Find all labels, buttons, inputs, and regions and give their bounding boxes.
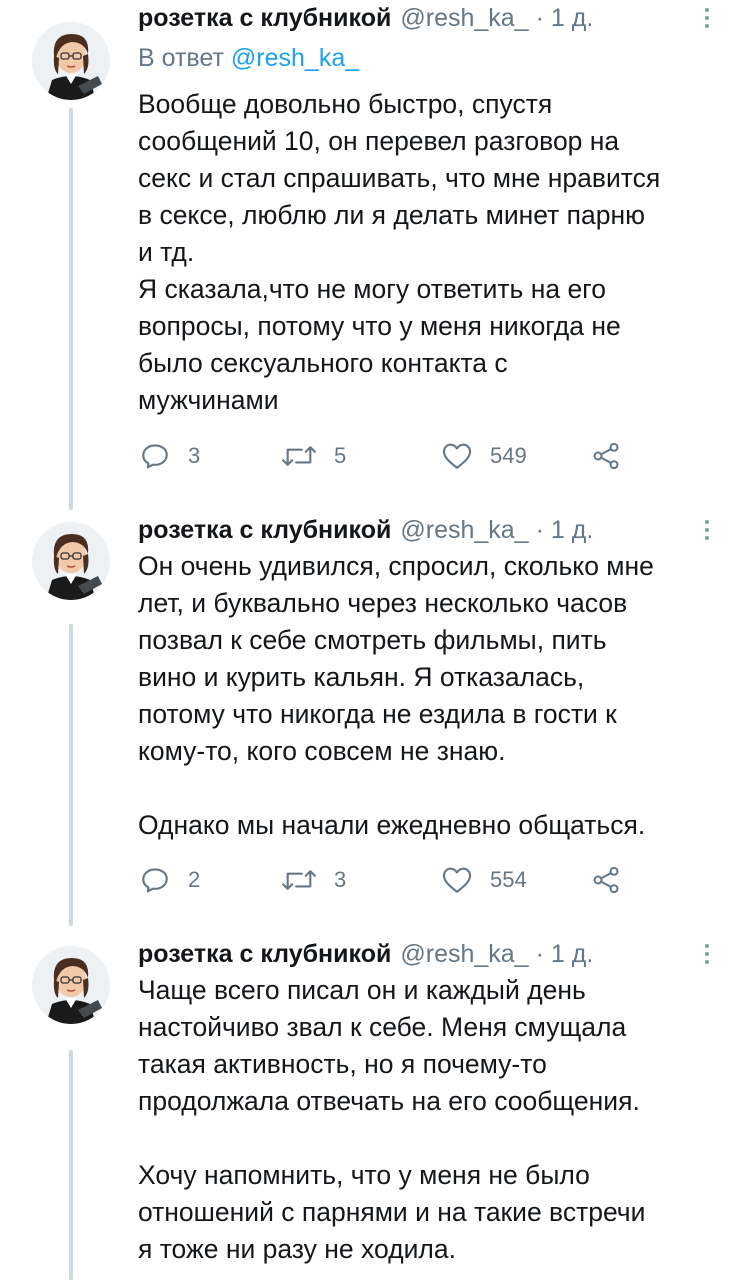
avatar-image	[32, 946, 110, 1024]
text-line: настойчиво звал к себе. Меня смущала	[138, 1012, 627, 1042]
text-line: Он очень удивился, спросил, сколько мне	[138, 551, 654, 581]
tweet[interactable]: розетка с клубникой @resh_ka_ · 1 д. Чащ…	[0, 936, 742, 1280]
retweet-count: 3	[334, 867, 347, 892]
tweet-text: Вообще довольно быстро, спустя сообщений…	[138, 86, 728, 419]
text-line: было сексуального контакта с	[138, 348, 508, 378]
reply-icon	[142, 868, 168, 893]
more-vertical-icon[interactable]	[696, 516, 718, 544]
text-line: Хочу напомнить, что у меня не было	[138, 1160, 590, 1190]
retweet-button[interactable]: 5	[280, 436, 346, 476]
text-line: кому-то, кого совсем не знаю.	[138, 736, 506, 766]
tweet-actions: 3 5 549	[138, 436, 638, 476]
retweet-icon	[282, 870, 316, 890]
share-button[interactable]	[590, 860, 622, 900]
more-vertical-icon[interactable]	[696, 940, 718, 968]
like-button[interactable]: 549	[440, 436, 527, 476]
text-line: такая активность, но я почему-то	[138, 1049, 547, 1079]
text-line: лет, и буквально через несколько часов	[138, 588, 628, 618]
text-line: Чаще всего писал он и каждый день	[138, 975, 586, 1005]
more-vertical-icon[interactable]	[696, 4, 718, 32]
text-line: Вообще довольно быстро, спустя	[138, 89, 553, 119]
text-line: и тд.	[138, 237, 195, 267]
like-count: 549	[490, 443, 527, 468]
heart-icon	[442, 443, 472, 469]
text-line: отношений с парнями и на такие встречи	[138, 1197, 646, 1227]
reply-prefix: В ответ	[138, 44, 224, 72]
text-line: позвал к себе смотреть фильмы, пить	[138, 625, 607, 655]
tweet-header: розетка с клубникой @resh_ka_ · 1 д.	[138, 0, 593, 36]
text-line: вопросы, потому что у меня никогда не	[138, 311, 621, 341]
tweet-header: розетка с клубникой @resh_ka_ · 1 д.	[138, 512, 593, 548]
text-line: в сексе, люблю ли я делать минет парню	[138, 200, 645, 230]
heart-icon	[442, 867, 472, 893]
reply-count: 2	[188, 867, 201, 892]
text-line: мужчинами	[138, 385, 279, 415]
share-icon	[593, 866, 619, 894]
tweet-text: Чаще всего писал он и каждый день настой…	[138, 972, 728, 1268]
author-name[interactable]: розетка с клубникой	[138, 940, 391, 969]
reply-icon	[142, 444, 168, 469]
separator-dot: ·	[535, 515, 544, 544]
like-count: 554	[490, 867, 527, 892]
retweet-button[interactable]: 3	[280, 860, 346, 900]
share-button[interactable]	[590, 436, 622, 476]
text-line: секс и стал спрашивать, что мне нравится	[138, 163, 661, 193]
tweet[interactable]: розетка с клубникой @resh_ka_ · 1 д. В о…	[0, 0, 742, 490]
tweet-time[interactable]: 1 д.	[551, 940, 593, 969]
tweet[interactable]: розетка с клубникой @resh_ka_ · 1 д. Он …	[0, 512, 742, 912]
reply-context: В ответ @resh_ka_	[138, 44, 359, 73]
avatar-image	[32, 522, 110, 600]
avatar[interactable]	[32, 946, 110, 1024]
author-name[interactable]: розетка с клубникой	[138, 4, 391, 33]
text-line: я тоже ни разу не ходила.	[138, 1234, 456, 1264]
avatar-image	[32, 22, 110, 100]
reply-count: 3	[188, 443, 201, 468]
retweet-count: 5	[334, 443, 347, 468]
text-line: сообщений 10, он перевел разговор на	[138, 126, 620, 156]
retweet-icon	[282, 446, 316, 466]
author-name[interactable]: розетка с клубникой	[138, 516, 391, 545]
separator-dot: ·	[535, 939, 544, 968]
text-line: вино и курить кальян. Я отказалась,	[138, 662, 585, 692]
separator-dot: ·	[535, 3, 544, 32]
avatar[interactable]	[32, 522, 110, 600]
like-button[interactable]: 554	[440, 860, 527, 900]
author-handle[interactable]: @resh_ka_	[400, 940, 528, 969]
text-line: потому что никогда не ездила в гости к	[138, 699, 617, 729]
author-handle[interactable]: @resh_ka_	[400, 516, 528, 545]
reply-mention-link[interactable]: @resh_ka_	[231, 44, 359, 72]
tweet-time[interactable]: 1 д.	[551, 516, 593, 545]
share-icon	[593, 442, 619, 470]
author-handle[interactable]: @resh_ka_	[400, 4, 528, 33]
reply-button[interactable]: 2	[138, 860, 200, 900]
tweet-actions: 2 3 554	[138, 860, 638, 900]
avatar[interactable]	[32, 22, 110, 100]
text-line: продолжала отвечать на его сообщения.	[138, 1086, 640, 1116]
text-line: Однако мы начали ежедневно общаться.	[138, 810, 646, 840]
tweet-time[interactable]: 1 д.	[551, 4, 593, 33]
reply-button[interactable]: 3	[138, 436, 200, 476]
tweet-header: розетка с клубникой @resh_ka_ · 1 д.	[138, 936, 593, 972]
tweet-text: Он очень удивился, спросил, сколько мне …	[138, 548, 728, 844]
text-line: Я сказала,что не могу ответить на его	[138, 274, 607, 304]
